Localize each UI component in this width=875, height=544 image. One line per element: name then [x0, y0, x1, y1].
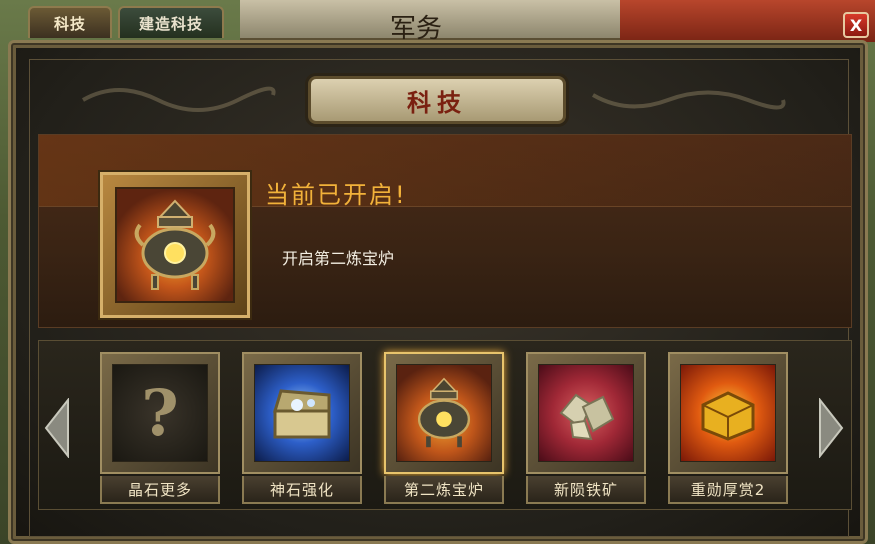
- cauldron-icon: [396, 364, 492, 462]
- right-dragon-ornament: [592, 90, 786, 110]
- item-card-meteor-iron[interactable]: 新陨铁矿: [526, 352, 646, 506]
- item-frame: ?: [100, 352, 220, 474]
- next-arrow-icon[interactable]: [818, 398, 844, 458]
- item-frame: [242, 352, 362, 474]
- item-label: 重勋厚赏2: [668, 476, 788, 504]
- background-banner: 军务: [240, 0, 620, 44]
- cauldron-icon: [134, 199, 216, 290]
- panel-title: 科技: [407, 87, 467, 117]
- selected-item-frame: [100, 172, 250, 318]
- tab-tech[interactable]: 科技: [28, 6, 112, 38]
- previous-arrow-icon[interactable]: [44, 398, 70, 458]
- item-card-divine-stone[interactable]: 神石强化: [242, 352, 362, 506]
- tab-build-tech[interactable]: 建造科技: [118, 6, 224, 38]
- left-dragon-ornament: [82, 86, 276, 112]
- question-mark-icon: ?: [112, 364, 208, 462]
- gold-box-icon: [680, 364, 776, 462]
- item-card-rich-reward[interactable]: 重勋厚赏2: [668, 352, 788, 506]
- close-icon: X: [849, 15, 863, 35]
- status-title: 当前已开启!: [265, 181, 407, 209]
- item-label: 晶石更多: [100, 476, 220, 504]
- item-label: 神石强化: [242, 476, 362, 504]
- status-description: 开启第二炼宝炉: [282, 249, 395, 268]
- item-frame: [668, 352, 788, 474]
- building-roof: [620, 0, 875, 42]
- close-button[interactable]: X: [843, 12, 869, 38]
- treasure-chest-icon: [254, 364, 350, 462]
- panel-title-plaque: 科技: [308, 76, 566, 124]
- tab-tech-label: 科技: [53, 14, 86, 33]
- selected-item-art: [115, 187, 235, 303]
- iron-ore-icon: [538, 364, 634, 462]
- item-card-second-furnace[interactable]: 第二炼宝炉: [384, 352, 504, 506]
- tab-build-tech-label: 建造科技: [138, 14, 203, 33]
- item-label: 第二炼宝炉: [384, 476, 504, 504]
- item-label: 新陨铁矿: [526, 476, 646, 504]
- item-card-crystal-more[interactable]: ? 晶石更多: [100, 352, 220, 506]
- item-frame: [526, 352, 646, 474]
- item-frame: [384, 352, 504, 474]
